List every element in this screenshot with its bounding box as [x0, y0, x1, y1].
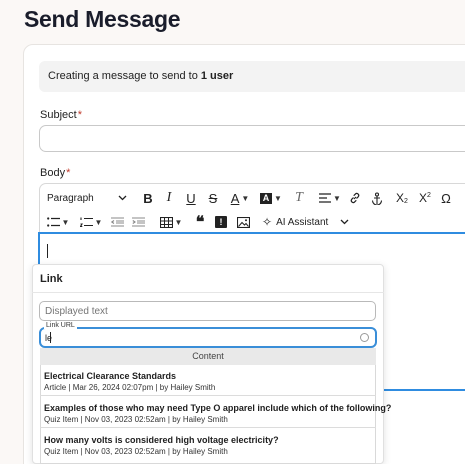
list-item[interactable]: Electrical Clearance Standards Article |… [40, 365, 376, 396]
numbered-list-icon [79, 217, 93, 227]
text-cursor [47, 244, 48, 258]
superscript-icon: X [419, 191, 428, 205]
link-icon [350, 192, 360, 204]
superscript-button[interactable]: X2 [417, 188, 433, 208]
subject-label: Subject* [40, 109, 82, 121]
table-icon [159, 216, 173, 228]
recipient-info-box: Creating a message to send to 1 user [39, 61, 465, 92]
required-mark: * [77, 109, 82, 121]
link-dialog-divider [32, 292, 384, 293]
italic-button[interactable]: I [163, 188, 175, 208]
align-left-icon [319, 193, 332, 203]
indent-button[interactable] [131, 212, 145, 232]
text-color-icon: A [230, 190, 240, 206]
list-item[interactable]: How many volts is considered high voltag… [40, 428, 376, 464]
link-url-label: Link URL [44, 322, 77, 329]
editor-bottom-border [381, 389, 465, 391]
body-label: Body* [40, 167, 70, 179]
result-meta: Article | Mar 26, 2024 02:07pm | by Hail… [44, 383, 216, 392]
chevron-down-icon[interactable] [117, 188, 127, 208]
link-button[interactable] [348, 188, 362, 208]
required-mark: * [66, 167, 71, 179]
indent-icon [131, 217, 145, 227]
result-title: Examples of those who may need Type O ap… [44, 403, 392, 413]
numbered-list-button[interactable]: ▼ [78, 212, 104, 232]
clear-format-icon: T [295, 190, 303, 205]
link-url-field[interactable] [39, 327, 377, 348]
page-title: Send Message [24, 6, 181, 32]
url-text-cursor [50, 332, 51, 343]
callout-button[interactable]: ! [214, 212, 228, 232]
align-button[interactable]: ▼ [318, 188, 342, 208]
anchor-icon [371, 191, 383, 205]
quote-icon: ❝ [195, 214, 205, 231]
highlight-icon: A [260, 192, 273, 204]
loading-spinner-icon [360, 333, 369, 342]
result-meta: Quiz Item | Nov 03, 2023 02:52am | by Ha… [44, 415, 228, 424]
text-color-button[interactable]: A ▼ [228, 188, 252, 208]
ai-assistant-button[interactable]: ✧ AI Assistant [262, 212, 350, 232]
results-header: Content [40, 348, 376, 365]
list-item[interactable]: Examples of those who may need Type O ap… [40, 396, 391, 428]
image-icon [236, 216, 250, 228]
paragraph-select-label: Paragraph [47, 192, 94, 204]
clear-format-button[interactable]: T [292, 188, 306, 208]
blockquote-button[interactable]: ❝ [193, 212, 207, 232]
sparkle-icon: ✧ [262, 215, 273, 229]
displayed-text-input[interactable] [39, 301, 376, 321]
info-prefix: Creating a message to send to [48, 70, 201, 82]
result-title: How many volts is considered high voltag… [44, 435, 279, 445]
outdent-icon [110, 217, 124, 227]
anchor-button[interactable] [370, 188, 384, 208]
link-dialog-title: Link [40, 273, 63, 285]
subject-input[interactable] [39, 125, 465, 152]
bulleted-list-button[interactable]: ▼ [45, 212, 71, 232]
subscript-button[interactable]: X2 [394, 188, 410, 208]
insert-image-button[interactable] [236, 212, 250, 232]
outdent-button[interactable] [110, 212, 124, 232]
omega-icon: Ω [441, 190, 451, 206]
insert-table-button[interactable]: ▼ [158, 212, 184, 232]
bulleted-list-icon [46, 217, 60, 227]
subject-label-text: Subject [40, 109, 77, 121]
highlight-color-button[interactable]: A ▼ [258, 188, 284, 208]
body-label-text: Body [40, 167, 66, 179]
strikethrough-button[interactable]: S [206, 188, 220, 208]
callout-icon: ! [215, 216, 227, 228]
special-character-button[interactable]: Ω [439, 188, 453, 208]
recipient-count: 1 user [200, 70, 234, 82]
chevron-down-icon[interactable] [339, 212, 349, 232]
result-meta: Quiz Item | Nov 03, 2023 02:52am | by Ha… [44, 447, 228, 456]
bold-button[interactable]: B [141, 188, 155, 208]
underline-button[interactable]: U [184, 188, 198, 208]
paragraph-select[interactable]: Paragraph [47, 188, 127, 208]
result-title: Electrical Clearance Standards [44, 371, 177, 381]
subscript-icon: X [396, 191, 405, 205]
ai-assistant-label: AI Assistant [276, 216, 329, 228]
